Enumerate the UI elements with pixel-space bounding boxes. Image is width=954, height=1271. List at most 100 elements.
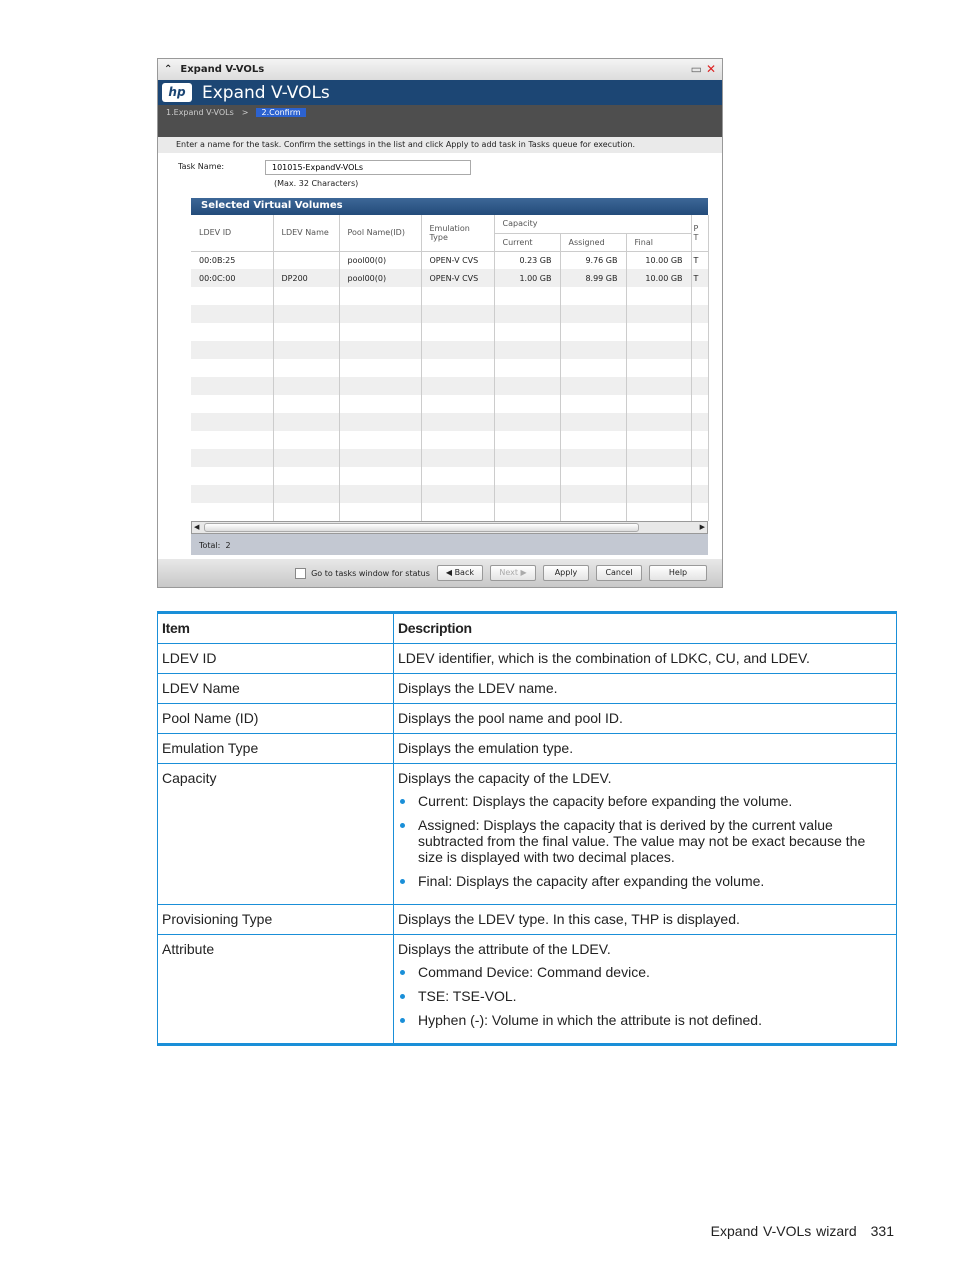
table-cell bbox=[191, 467, 274, 485]
table-cell bbox=[191, 503, 274, 521]
table-cell bbox=[421, 431, 495, 449]
table-cell bbox=[494, 449, 561, 467]
table-cell bbox=[691, 395, 709, 413]
table-cell bbox=[560, 449, 627, 467]
table-cell bbox=[191, 449, 274, 467]
table-row[interactable]: 00:0C:00 DP200 pool00(0) OPEN-V CVS 1.00 GB 8… bbox=[191, 269, 709, 287]
description-text: LDEV identifier, which is the combinatio… bbox=[398, 650, 810, 666]
table-row bbox=[191, 485, 709, 503]
horizontal-scrollbar[interactable]: ◀ ▶ bbox=[191, 521, 708, 534]
doc-row: LDEV Name Displays the LDEV name. bbox=[157, 673, 897, 704]
col-final[interactable]: Final bbox=[626, 233, 692, 252]
page-number: 331 bbox=[870, 1223, 894, 1239]
table-cell bbox=[191, 395, 274, 413]
table-cell bbox=[626, 431, 692, 449]
go-to-tasks-checkbox[interactable] bbox=[295, 567, 307, 579]
col-ldev-name[interactable]: LDEV Name bbox=[273, 215, 340, 252]
scroll-thumb[interactable] bbox=[204, 523, 639, 532]
description-cell: Displays the attribute of the LDEV. Comma… bbox=[393, 934, 897, 1045]
table-cell bbox=[560, 431, 627, 449]
col-current[interactable]: Current bbox=[494, 233, 561, 252]
col-pool[interactable]: Pool Name(ID) bbox=[339, 215, 422, 252]
collapse-icon[interactable]: ⌃ bbox=[164, 64, 172, 75]
header-description: Description bbox=[393, 612, 897, 644]
col-emulation[interactable]: Emulation Type bbox=[421, 215, 495, 252]
table-cell bbox=[560, 467, 627, 485]
table-cell bbox=[494, 503, 561, 521]
table-cell: 00:0B:25 bbox=[191, 251, 274, 269]
back-button[interactable]: ◀ Back bbox=[436, 565, 483, 581]
table-cell bbox=[494, 413, 561, 431]
description-text: Displays the attribute of the LDEV. bbox=[398, 941, 611, 957]
apply-button[interactable]: Apply bbox=[543, 565, 589, 581]
item-cell: Attribute bbox=[157, 934, 394, 1045]
cancel-button[interactable]: Cancel bbox=[596, 565, 642, 581]
table-cell bbox=[691, 341, 709, 359]
table-cell bbox=[494, 359, 561, 377]
table-cell bbox=[421, 323, 495, 341]
next-button[interactable]: Next ▶ bbox=[490, 565, 536, 581]
description-text: Displays the capacity of the LDEV. bbox=[398, 770, 612, 786]
table-row bbox=[191, 287, 709, 305]
table-cell bbox=[273, 359, 340, 377]
table-cell bbox=[339, 305, 422, 323]
bullet-item: Hyphen (-): Volume in which the attribut… bbox=[398, 1012, 892, 1028]
table-cell bbox=[273, 413, 340, 431]
page-footer: Expand V-VOLs wizard 331 bbox=[711, 1223, 894, 1239]
table-cell bbox=[339, 449, 422, 467]
table-cell bbox=[691, 359, 709, 377]
volumes-table: LDEV ID LDEV Name Pool Name(ID) Emulatio… bbox=[191, 215, 709, 521]
doc-row: Capacity Displays the capacity of the LDE… bbox=[157, 763, 897, 905]
table-cell bbox=[560, 323, 627, 341]
button-bar: Go to tasks window for status ◀ Back Nex… bbox=[158, 559, 722, 587]
table-cell bbox=[273, 449, 340, 467]
table-cell: 0.23 GB bbox=[494, 251, 561, 269]
table-cell bbox=[626, 413, 692, 431]
help-button[interactable]: Help bbox=[649, 565, 707, 581]
bullet-list: Current: Displays the capacity before ex… bbox=[398, 793, 892, 889]
table-cell bbox=[691, 485, 709, 503]
title-bar: ⌃ Expand V-VOLs ▭ ✕ bbox=[158, 59, 722, 80]
table-cell bbox=[273, 431, 340, 449]
table-cell bbox=[421, 377, 495, 395]
col-provisioning[interactable]: P T bbox=[691, 215, 709, 252]
table-cell bbox=[191, 341, 274, 359]
col-ldev-id[interactable]: LDEV ID bbox=[191, 215, 274, 252]
description-cell: Displays the capacity of the LDEV. Curren… bbox=[393, 763, 897, 905]
col-assigned[interactable]: Assigned bbox=[560, 233, 627, 252]
table-cell: pool00(0) bbox=[339, 251, 422, 269]
close-icon[interactable]: ✕ bbox=[706, 62, 716, 76]
wizard-steps: 1.Expand V-VOLs > 2.Confirm bbox=[158, 105, 722, 137]
bullet-item: Assigned: Displays the capacity that is … bbox=[398, 817, 892, 865]
total-value: 2 bbox=[225, 541, 231, 550]
table-cell bbox=[191, 323, 274, 341]
table-cell bbox=[273, 395, 340, 413]
table-cell bbox=[273, 251, 340, 269]
doc-row: LDEV ID LDEV identifier, which is the com… bbox=[157, 643, 897, 674]
task-name-input[interactable] bbox=[265, 160, 471, 175]
table-cell bbox=[421, 413, 495, 431]
table-cell bbox=[691, 431, 709, 449]
description-text: Displays the LDEV name. bbox=[398, 680, 558, 696]
table-row[interactable]: 00:0B:25 pool00(0) OPEN-V CVS 0.23 GB 9.76 G… bbox=[191, 251, 709, 269]
banner-title: Expand V-VOLs bbox=[202, 82, 330, 103]
table-cell bbox=[421, 485, 495, 503]
table-cell bbox=[626, 341, 692, 359]
table-cell bbox=[421, 305, 495, 323]
description-text: Displays the LDEV type. In this case, TH… bbox=[398, 911, 740, 927]
checkbox-label[interactable]: Go to tasks window for status bbox=[311, 569, 430, 578]
table-cell bbox=[339, 323, 422, 341]
bullet-item: Final: Displays the capacity after expan… bbox=[398, 873, 892, 889]
table-cell bbox=[494, 467, 561, 485]
bullet-item: TSE: TSE-VOL. bbox=[398, 988, 892, 1004]
table-row bbox=[191, 359, 709, 377]
table-cell bbox=[421, 449, 495, 467]
maximize-icon[interactable]: ▭ bbox=[691, 62, 702, 76]
table-cell bbox=[339, 341, 422, 359]
table-cell: OPEN-V CVS bbox=[421, 269, 495, 287]
description-cell: Displays the pool name and pool ID. bbox=[393, 703, 897, 734]
table-cell bbox=[273, 467, 340, 485]
total-label: Total: bbox=[199, 541, 221, 550]
selected-volumes-panel: Selected Virtual Volumes LDEV ID LDEV Na… bbox=[191, 198, 709, 555]
table-cell: OPEN-V CVS bbox=[421, 251, 495, 269]
